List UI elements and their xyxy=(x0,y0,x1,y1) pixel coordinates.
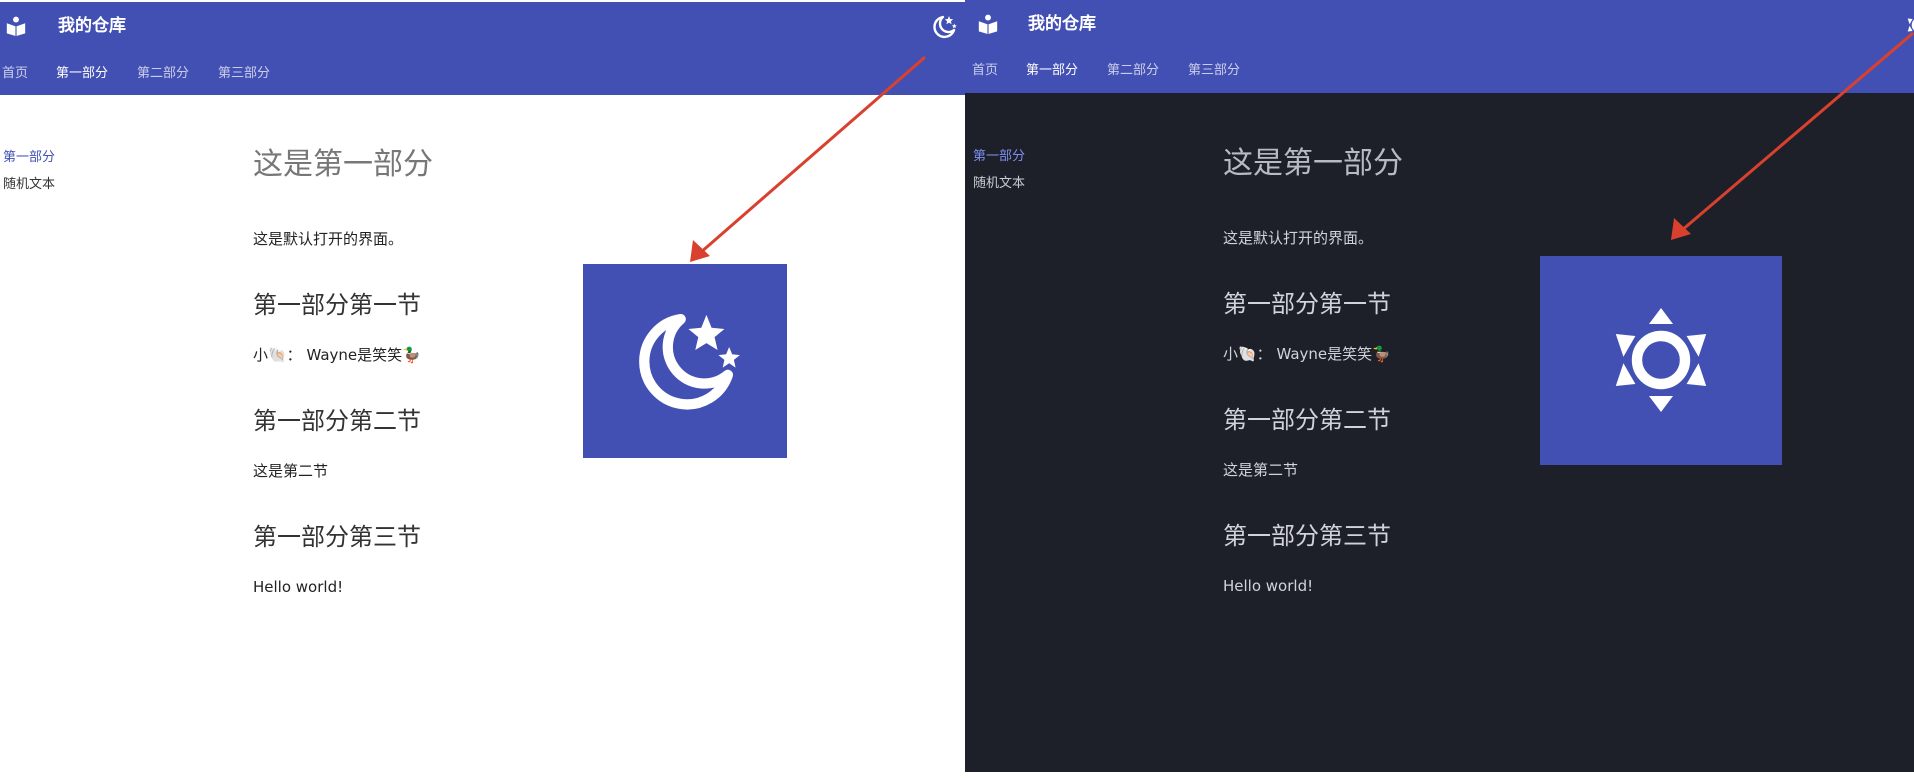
site-header: 我的仓库 首页 第一部分 第二部分 第三部分 xyxy=(0,2,965,95)
toc-item-random-text[interactable]: 随机文本 xyxy=(973,174,1025,194)
section-1-text: 小🐚： Wayne是笑笑🦆 xyxy=(253,346,421,364)
section-2-title: 第一部分第二节 xyxy=(1223,406,1391,434)
section-1-title: 第一部分第一节 xyxy=(253,291,421,319)
section-2-text: 这是第二节 xyxy=(253,462,329,480)
tab-part-two[interactable]: 第二部分 xyxy=(137,64,189,84)
tab-part-one[interactable]: 第一部分 xyxy=(1026,61,1078,81)
section-2-text: 这是第二节 xyxy=(1223,461,1299,479)
sun-icon xyxy=(1615,308,1707,412)
light-theme-panel: 我的仓库 首页 第一部分 第二部分 第三部分 第一部分 随机文本 这是第一部分 … xyxy=(0,0,965,778)
site-header: 我的仓库 首页 第一部分 第二部分 第三部分 xyxy=(965,0,1914,93)
table-of-contents: 第一部分 随机文本 xyxy=(3,148,55,202)
table-of-contents: 第一部分 随机文本 xyxy=(973,147,1025,201)
intro-text: 这是默认打开的界面。 xyxy=(1223,229,1374,247)
site-title[interactable]: 我的仓库 xyxy=(1028,12,1096,36)
toc-item-random-text[interactable]: 随机文本 xyxy=(3,175,55,195)
tab-part-one[interactable]: 第一部分 xyxy=(56,64,108,84)
section-1-text: 小🐚： Wayne是笑笑🦆 xyxy=(1223,345,1391,363)
section-2-title: 第一部分第二节 xyxy=(253,407,421,435)
sun-icon[interactable] xyxy=(1905,11,1914,39)
zoomed-toggle-callout xyxy=(583,264,787,458)
section-1-title: 第一部分第一节 xyxy=(1223,290,1391,318)
section-3-text: Hello world! xyxy=(253,578,344,596)
tab-part-three[interactable]: 第三部分 xyxy=(1188,61,1240,81)
site-title[interactable]: 我的仓库 xyxy=(58,14,126,38)
book-icon[interactable] xyxy=(977,13,999,35)
section-3-title: 第一部分第三节 xyxy=(1223,522,1391,550)
tab-home[interactable]: 首页 xyxy=(2,64,28,84)
moon-stars-icon[interactable] xyxy=(930,13,958,41)
toc-item-part-one[interactable]: 第一部分 xyxy=(3,148,55,168)
dark-theme-panel: 我的仓库 首页 第一部分 第二部分 第三部分 第一部分 随机文本 这是第一部分 … xyxy=(965,0,1914,772)
section-3-text: Hello world! xyxy=(1223,577,1314,595)
page-title: 这是第一部分 xyxy=(253,147,433,182)
tab-part-three[interactable]: 第三部分 xyxy=(218,64,270,84)
tab-part-two[interactable]: 第二部分 xyxy=(1107,61,1159,81)
intro-text: 这是默认打开的界面。 xyxy=(253,230,404,248)
book-icon[interactable] xyxy=(5,15,27,37)
section-3-title: 第一部分第三节 xyxy=(253,523,421,551)
moon-stars-icon xyxy=(639,314,740,410)
zoomed-toggle-callout xyxy=(1540,256,1782,465)
tab-home[interactable]: 首页 xyxy=(972,61,998,81)
toc-item-part-one[interactable]: 第一部分 xyxy=(973,147,1025,167)
page-title: 这是第一部分 xyxy=(1223,146,1403,181)
